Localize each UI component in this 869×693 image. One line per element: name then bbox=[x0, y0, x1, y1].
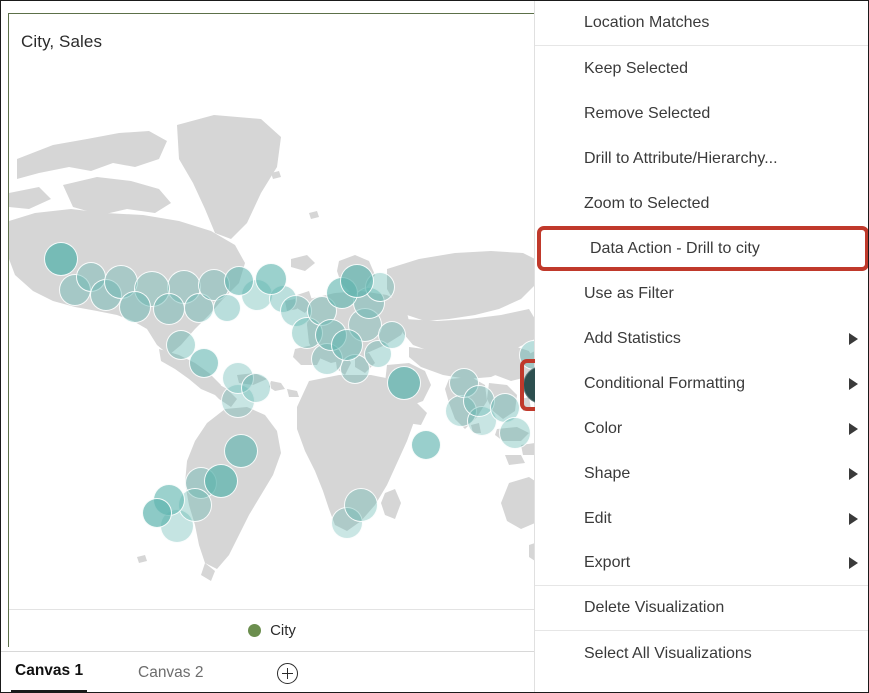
map-bubble[interactable] bbox=[142, 498, 172, 528]
menu-item-use-as-filter[interactable]: Use as Filter bbox=[535, 271, 869, 316]
menu-item-label: Color bbox=[584, 420, 622, 438]
menu-item-export[interactable]: Export bbox=[535, 541, 869, 586]
map-canvas[interactable] bbox=[9, 63, 535, 608]
menu-item-shape[interactable]: Shape bbox=[535, 451, 869, 496]
page-title: City, Sales bbox=[21, 32, 102, 52]
legend-swatch-icon bbox=[248, 624, 261, 637]
plus-circle-icon[interactable] bbox=[277, 663, 298, 684]
menu-item-drill-to-attribute-hierarchy[interactable]: Drill to Attribute/Hierarchy... bbox=[535, 136, 869, 181]
map-bubble[interactable] bbox=[331, 329, 363, 361]
chevron-right-icon bbox=[849, 378, 858, 390]
tab-label: Canvas 2 bbox=[138, 664, 203, 682]
map-bubble[interactable] bbox=[378, 321, 406, 349]
map-bubble[interactable] bbox=[344, 488, 378, 522]
menu-item-remove-selected[interactable]: Remove Selected bbox=[535, 91, 869, 136]
map-bubble[interactable] bbox=[213, 294, 241, 322]
chevron-right-icon bbox=[849, 333, 858, 345]
map-bubble[interactable] bbox=[387, 366, 421, 400]
menu-item-label: Delete Visualization bbox=[584, 599, 724, 617]
selected-marker-highlight bbox=[520, 359, 535, 411]
map-bubble[interactable] bbox=[340, 264, 374, 298]
menu-item-label: Drill to Attribute/Hierarchy... bbox=[584, 150, 778, 168]
menu-item-label: Keep Selected bbox=[584, 60, 688, 78]
map-bubble[interactable] bbox=[224, 434, 258, 468]
map-bubble[interactable] bbox=[44, 242, 78, 276]
menu-item-color[interactable]: Color bbox=[535, 406, 869, 451]
map-bubble[interactable] bbox=[204, 464, 238, 498]
chevron-right-icon bbox=[849, 468, 858, 480]
menu-item-label: Shape bbox=[584, 465, 630, 483]
map-bubble[interactable] bbox=[241, 373, 271, 403]
menu-item-edit[interactable]: Edit bbox=[535, 496, 869, 541]
menu-item-label: Location Matches bbox=[584, 14, 709, 32]
menu-item-label: Conditional Formatting bbox=[584, 375, 745, 393]
map-bubble-layer[interactable] bbox=[9, 63, 535, 608]
menu-item-location-matches[interactable]: Location Matches bbox=[535, 1, 869, 46]
tab-label: Canvas 1 bbox=[15, 662, 83, 680]
menu-item-label: Data Action - Drill to city bbox=[590, 240, 760, 258]
tab-canvas-1[interactable]: Canvas 1 bbox=[11, 652, 87, 693]
menu-item-keep-selected[interactable]: Keep Selected bbox=[535, 46, 869, 91]
menu-item-label: Export bbox=[584, 554, 630, 572]
menu-item-label: Select All Visualizations bbox=[584, 645, 752, 663]
menu-item-label: Zoom to Selected bbox=[584, 195, 709, 213]
menu-item-label: Use as Filter bbox=[584, 285, 674, 303]
context-menu[interactable]: Location Matches Keep Selected Remove Sele… bbox=[534, 1, 869, 693]
menu-item-data-action-drill-to-city[interactable]: Data Action - Drill to city bbox=[537, 226, 869, 271]
map-bubble[interactable] bbox=[224, 266, 254, 296]
map-bubble[interactable] bbox=[411, 430, 441, 460]
menu-item-label: Add Statistics bbox=[584, 330, 681, 348]
map-legend: City bbox=[9, 609, 535, 650]
chevron-right-icon bbox=[849, 423, 858, 435]
tab-canvas-2[interactable]: Canvas 2 bbox=[134, 652, 207, 693]
map-bubble[interactable] bbox=[499, 417, 531, 449]
menu-item-label: Remove Selected bbox=[584, 105, 710, 123]
menu-item-label: Edit bbox=[584, 510, 612, 528]
menu-item-conditional-formatting[interactable]: Conditional Formatting bbox=[535, 361, 869, 406]
chevron-right-icon bbox=[849, 557, 858, 569]
map-bubble[interactable] bbox=[119, 291, 151, 323]
menu-item-add-statistics[interactable]: Add Statistics bbox=[535, 316, 869, 361]
application-window: City, Sales bbox=[0, 0, 869, 693]
map-bubble[interactable] bbox=[255, 263, 287, 295]
legend-label: City bbox=[270, 622, 296, 639]
map-bubble[interactable] bbox=[189, 348, 219, 378]
menu-item-zoom-to-selected[interactable]: Zoom to Selected bbox=[535, 181, 869, 226]
menu-item-delete-visualization[interactable]: Delete Visualization bbox=[535, 586, 869, 631]
chevron-right-icon bbox=[849, 513, 858, 525]
map-bubble[interactable] bbox=[153, 293, 185, 325]
visualization-panel[interactable]: City, Sales bbox=[1, 1, 535, 651]
menu-item-select-all-visualizations[interactable]: Select All Visualizations bbox=[535, 631, 869, 676]
